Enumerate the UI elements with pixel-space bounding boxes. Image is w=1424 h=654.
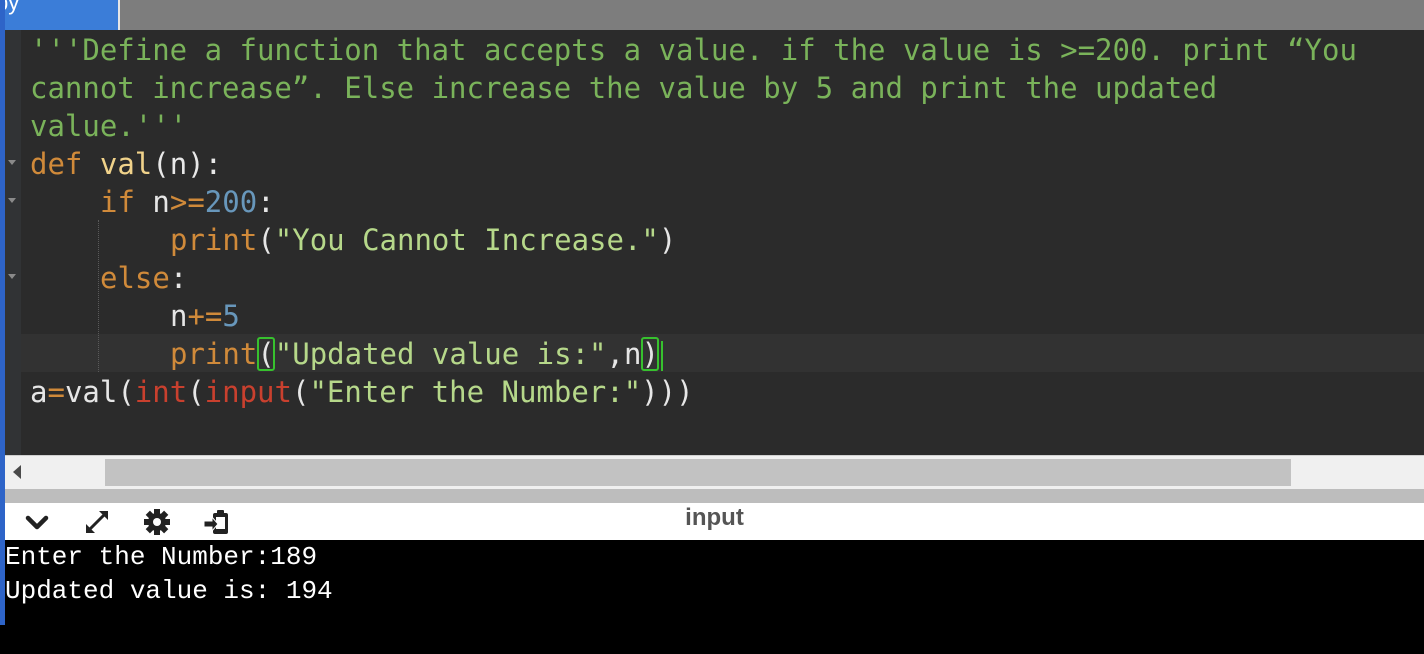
indent-guide	[98, 220, 99, 372]
scroll-left-icon[interactable]	[13, 465, 21, 479]
operator: +=	[187, 299, 223, 333]
var-n: n	[170, 299, 188, 333]
gutter	[5, 30, 21, 455]
code-line-8: n+=5	[170, 297, 240, 335]
code-line-9: print("Updated value is:",n)	[170, 335, 663, 373]
function-call: val	[64, 375, 118, 409]
code-line-10: a=val(int(input("Enter the Number:")))	[30, 373, 694, 411]
colon: :	[169, 261, 188, 295]
paren: (	[257, 223, 275, 257]
console-output[interactable]: Enter the Number:189 Updated value is: 1…	[0, 540, 1424, 654]
clipboard-icon[interactable]	[202, 507, 232, 537]
keyword-if: if	[100, 185, 135, 219]
left-accent-strip	[0, 0, 5, 625]
fold-arrow-icon[interactable]	[8, 160, 16, 165]
string: "You Cannot Increase."	[274, 223, 659, 257]
gear-icon[interactable]	[142, 507, 172, 537]
comma: ,	[606, 337, 624, 371]
params: (n):	[152, 147, 223, 181]
var-n: n	[152, 185, 170, 219]
builtin-print: print	[170, 337, 258, 371]
operator: =	[47, 375, 65, 409]
operator: >=	[169, 185, 205, 219]
fold-arrow-icon[interactable]	[8, 274, 16, 279]
colon: :	[257, 185, 275, 219]
builtin-print: print	[170, 223, 258, 257]
horizontal-scrollbar[interactable]	[5, 455, 1424, 490]
paren: (	[187, 375, 205, 409]
builtin-int: int	[134, 375, 188, 409]
scrollbar-thumb[interactable]	[105, 459, 1291, 486]
keyword-else: else	[100, 261, 170, 295]
matched-bracket: )	[641, 337, 659, 371]
parens: )))	[641, 375, 694, 409]
var-n: n	[623, 337, 642, 371]
paren: )	[658, 223, 677, 257]
string: "Updated value is:"	[274, 337, 607, 371]
tab-bar: py	[0, 0, 1424, 30]
console-line-2: Updated value is: 194	[5, 576, 333, 606]
expand-icon[interactable]	[82, 507, 112, 537]
keyword-def: def	[30, 147, 83, 181]
var-a: a	[30, 375, 48, 409]
string: "Enter the Number:"	[309, 375, 642, 409]
number: 5	[222, 299, 240, 333]
code-line-6: print("You Cannot Increase.")	[170, 221, 676, 259]
console-toolbar: input	[5, 503, 1424, 540]
function-name: val	[99, 147, 153, 181]
matched-bracket: (	[257, 337, 275, 371]
code-line-2: cannot increase”. Else increase the valu…	[30, 71, 1218, 105]
code-line-3: value.'''	[30, 109, 188, 143]
tab-active[interactable]: py	[0, 0, 120, 30]
code-line-1: '''Define a function that accepts a valu…	[30, 33, 1357, 67]
code-line-5: if n>=200:	[100, 183, 275, 221]
number: 200	[204, 185, 258, 219]
panel-splitter[interactable]	[5, 489, 1424, 503]
paren: (	[291, 375, 310, 409]
paren: (	[117, 375, 135, 409]
text-cursor	[660, 341, 663, 371]
fold-arrow-icon[interactable]	[8, 198, 16, 203]
chevron-down-icon[interactable]	[22, 507, 52, 537]
code-editor[interactable]: '''Define a function that accepts a valu…	[0, 30, 1424, 455]
code-line-4: def val(n):	[30, 145, 222, 183]
code-line-7: else:	[100, 259, 187, 297]
console-line-1: Enter the Number:189	[5, 542, 318, 572]
builtin-input: input	[204, 375, 292, 409]
